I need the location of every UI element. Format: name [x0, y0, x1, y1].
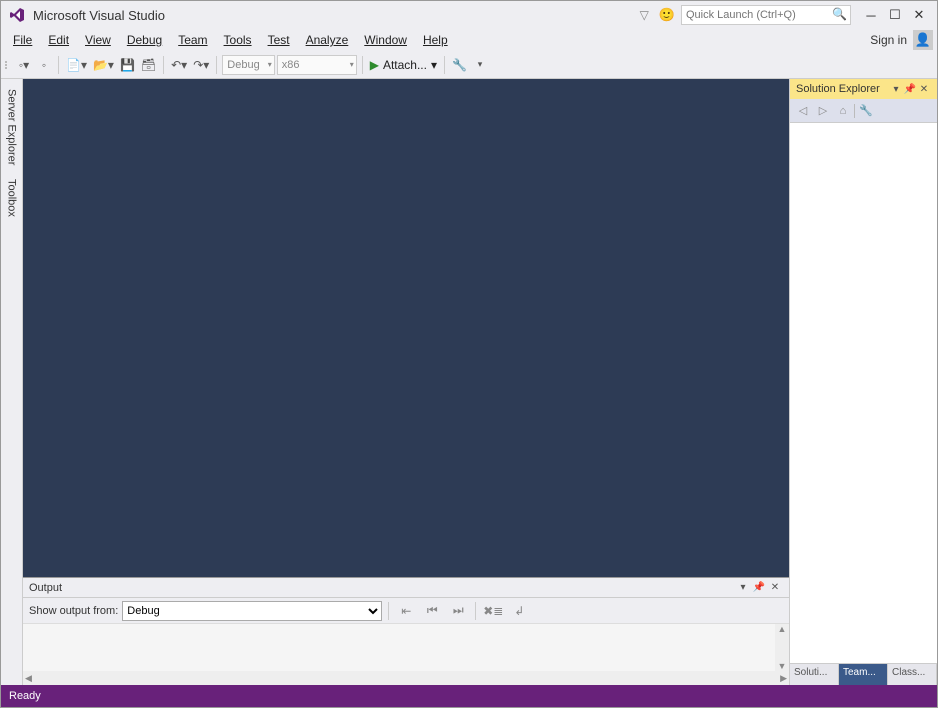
tab-solution-explorer[interactable]: Soluti... [790, 664, 839, 685]
close-button[interactable]: ✕ [907, 5, 931, 25]
save-all-button[interactable]: 🗃 [139, 54, 158, 76]
solution-explorer-titlebar[interactable]: Solution Explorer ▾ 📌 ✕ [790, 79, 937, 99]
center-pane: Output ▾ 📌 ✕ Show output from: Debug ⇤ ⏮… [23, 79, 789, 685]
save-button[interactable]: 💾 [118, 54, 137, 76]
user-avatar-icon[interactable]: 👤 [913, 30, 933, 50]
nav-back-button[interactable]: ◦▾ [15, 54, 33, 76]
notifications-icon[interactable]: ▽ [640, 8, 649, 22]
tab-team-explorer[interactable]: Team... [839, 664, 888, 685]
vertical-scrollbar[interactable]: ▲▼ [775, 624, 789, 671]
menu-bar: File Edit View Debug Team Tools Test Ana… [1, 29, 937, 51]
menu-edit[interactable]: Edit [40, 31, 77, 49]
se-forward-icon[interactable]: ▷ [814, 102, 832, 120]
se-home-icon[interactable]: ⌂ [834, 102, 852, 120]
toolbar-overflow-icon[interactable]: ▾ [471, 54, 489, 76]
search-icon: 🔍 [832, 7, 847, 21]
show-output-from-label: Show output from: [29, 605, 118, 617]
right-bottom-tabs: Soluti... Team... Class... [790, 663, 937, 685]
right-dock: Solution Explorer ▾ 📌 ✕ ◁ ▷ ⌂ 🔧 Soluti..… [789, 79, 937, 685]
nav-forward-button[interactable]: ◦ [35, 54, 53, 76]
panel-close-icon[interactable]: ✕ [917, 84, 931, 95]
solution-explorer-toolbar: ◁ ▷ ⌂ 🔧 [790, 99, 937, 123]
menu-team[interactable]: Team [170, 31, 215, 49]
start-debug-button[interactable]: ▶Attach... ▾ [368, 54, 439, 76]
menu-test[interactable]: Test [260, 31, 298, 49]
output-title: Output [29, 582, 62, 594]
solution-explorer-tree[interactable] [790, 123, 937, 663]
output-toolbar: Show output from: Debug ⇤ ⏮ ⏭ ✖≣ ↲ [23, 598, 789, 624]
toolbar-separator [854, 104, 855, 118]
redo-button[interactable]: ↷▾ [191, 54, 211, 76]
toolbar-separator [216, 56, 217, 74]
output-wordwrap-icon[interactable]: ↲ [508, 601, 530, 621]
editor-surface[interactable] [23, 79, 789, 577]
menu-window[interactable]: Window [356, 31, 415, 49]
title-bar: Microsoft Visual Studio ▽ 🙂 🔍 ─ ☐ ✕ [1, 1, 937, 29]
menu-help[interactable]: Help [415, 31, 456, 49]
vs-window: Microsoft Visual Studio ▽ 🙂 🔍 ─ ☐ ✕ File… [0, 0, 938, 708]
solution-platform-dropdown[interactable]: x86▾ [277, 55, 357, 75]
output-panel: Output ▾ 📌 ✕ Show output from: Debug ⇤ ⏮… [23, 577, 789, 685]
undo-button[interactable]: ↶▾ [169, 54, 189, 76]
toolbar-separator [163, 56, 164, 74]
output-find-prev-icon[interactable]: ⇤ [395, 601, 417, 621]
panel-pin-icon[interactable]: 📌 [903, 84, 917, 95]
tab-class-view[interactable]: Class... [888, 664, 937, 685]
feedback-icon[interactable]: 🙂 [659, 7, 675, 23]
menu-view[interactable]: View [77, 31, 119, 49]
main-area: Server Explorer Toolbox Output ▾ 📌 ✕ Sho… [1, 79, 937, 685]
left-dock: Server Explorer Toolbox [1, 79, 23, 685]
sign-in-link[interactable]: Sign in [870, 33, 907, 47]
solution-explorer-title: Solution Explorer [796, 83, 880, 95]
play-icon: ▶ [370, 58, 379, 72]
output-titlebar[interactable]: Output ▾ 📌 ✕ [23, 578, 789, 598]
server-explorer-tab[interactable]: Server Explorer [4, 83, 20, 171]
se-back-icon[interactable]: ◁ [794, 102, 812, 120]
toolbar-separator [362, 56, 363, 74]
menu-file[interactable]: File [5, 31, 40, 49]
find-in-files-button[interactable]: 🔧 [450, 54, 469, 76]
toolbox-tab[interactable]: Toolbox [4, 173, 20, 223]
menu-tools[interactable]: Tools [216, 31, 260, 49]
panel-close-icon[interactable]: ✕ [767, 582, 783, 593]
toolbar-separator [475, 602, 476, 620]
horizontal-scrollbar[interactable]: ◀▶ [23, 671, 789, 685]
panel-pin-icon[interactable]: 📌 [751, 582, 767, 593]
output-text-area[interactable]: ▲▼ ◀▶ [23, 624, 789, 685]
minimize-button[interactable]: ─ [859, 5, 883, 25]
toolbar-separator [58, 56, 59, 74]
status-text: Ready [9, 690, 41, 702]
output-find-next-icon[interactable]: ⏮ [421, 601, 443, 621]
vs-logo-icon [9, 7, 25, 23]
menu-analyze[interactable]: Analyze [298, 31, 357, 49]
open-file-button[interactable]: 📂▾ [91, 54, 116, 76]
output-find-icon[interactable]: ⏭ [447, 601, 469, 621]
output-source-dropdown[interactable]: Debug [122, 601, 382, 621]
output-clear-icon[interactable]: ✖≣ [482, 601, 504, 621]
standard-toolbar: ◦▾ ◦ 📄▾ 📂▾ 💾 🗃 ↶▾ ↷▾ Debug▾ x86▾ ▶Attach… [1, 51, 937, 79]
toolbar-separator [444, 56, 445, 74]
quick-launch[interactable]: 🔍 [681, 5, 851, 25]
window-title: Microsoft Visual Studio [33, 8, 165, 23]
panel-dropdown-icon[interactable]: ▾ [735, 582, 751, 593]
menu-debug[interactable]: Debug [119, 31, 170, 49]
toolbar-separator [388, 602, 389, 620]
new-project-button[interactable]: 📄▾ [64, 54, 89, 76]
solution-config-dropdown[interactable]: Debug▾ [222, 55, 274, 75]
status-bar: Ready [1, 685, 937, 707]
panel-dropdown-icon[interactable]: ▾ [889, 84, 903, 95]
maximize-button[interactable]: ☐ [883, 5, 907, 25]
toolbar-grip-icon[interactable] [5, 61, 11, 69]
quick-launch-input[interactable] [681, 5, 851, 25]
se-properties-icon[interactable]: 🔧 [857, 102, 875, 120]
